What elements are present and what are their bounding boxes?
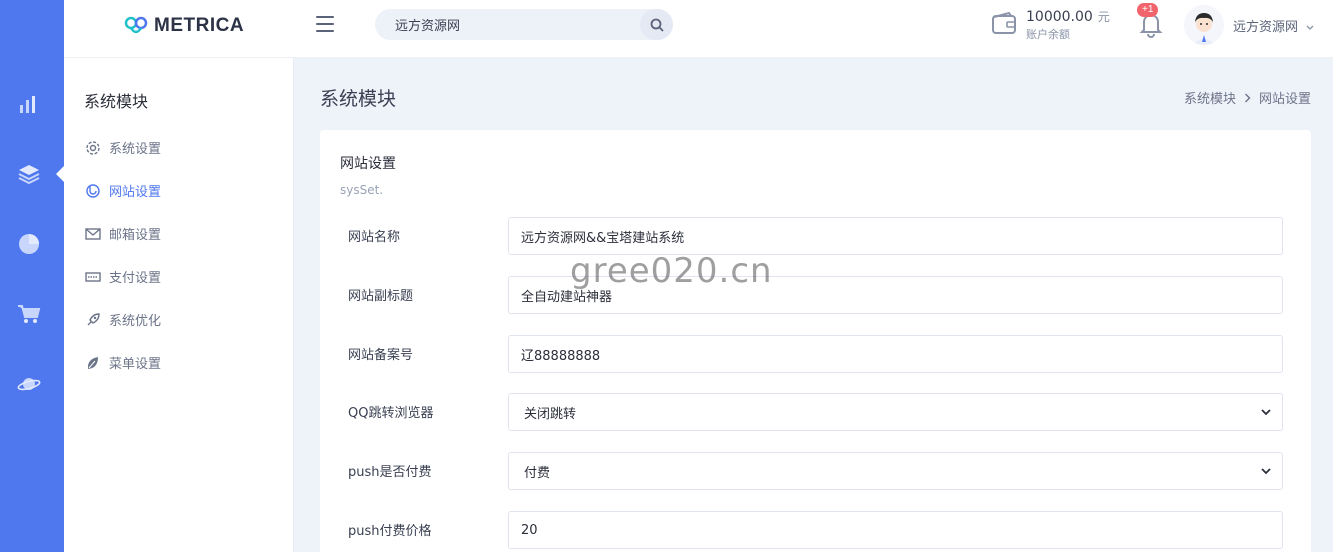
user-menu[interactable]: 远方资源网 bbox=[1233, 16, 1314, 35]
form-row-push-paid: push是否付费 付费 bbox=[348, 452, 1283, 492]
search-box bbox=[375, 9, 673, 40]
sidebar-item-label: 系统优化 bbox=[109, 314, 162, 329]
planet-icon[interactable] bbox=[16, 371, 42, 397]
chevron-down-icon bbox=[1306, 25, 1314, 30]
search-input[interactable] bbox=[375, 9, 635, 40]
qq-redirect-value: 关闭跳转 bbox=[524, 406, 577, 422]
site-name-label: 网站名称 bbox=[348, 230, 401, 245]
site-name-field[interactable] bbox=[508, 217, 1283, 255]
rocket-icon bbox=[84, 311, 102, 329]
site-subtitle-label: 网站副标题 bbox=[348, 289, 414, 304]
mail-icon bbox=[84, 225, 102, 243]
bar-chart-icon[interactable] bbox=[16, 91, 42, 117]
sidebar-menu: 系统设置 网站设置 邮箱设置 支付设置 系统优化 菜单设置 bbox=[84, 126, 161, 384]
sidebar-item-system-settings[interactable]: 系统设置 bbox=[84, 126, 161, 169]
sidebar-item-payment-settings[interactable]: 支付设置 bbox=[84, 255, 161, 298]
secondary-sidebar: 系统模块 系统设置 网站设置 邮箱设置 支付设置 系统优化 菜单设置 bbox=[64, 58, 294, 552]
form-row-qq-redirect: QQ跳转浏览器 关闭跳转 bbox=[348, 393, 1283, 433]
sidebar-item-label: 网站设置 bbox=[109, 185, 162, 200]
cart-icon[interactable] bbox=[16, 301, 42, 327]
notification-badge: +1 bbox=[1137, 3, 1159, 17]
balance-unit: 元 bbox=[1097, 10, 1110, 24]
sidebar-item-label: 菜单设置 bbox=[109, 357, 162, 372]
push-paid-value: 付费 bbox=[524, 465, 551, 481]
avatar[interactable] bbox=[1184, 5, 1224, 45]
push-price-field[interactable] bbox=[508, 511, 1283, 549]
gear-icon bbox=[84, 139, 102, 157]
card-icon bbox=[84, 268, 102, 286]
website-icon bbox=[84, 182, 102, 200]
leaf-icon bbox=[84, 354, 102, 372]
form-row-site-name: 网站名称 bbox=[348, 217, 1283, 257]
form-row-icp: 网站备案号 bbox=[348, 335, 1283, 375]
card-title: 网站设置 bbox=[340, 156, 396, 172]
pie-chart-icon[interactable] bbox=[16, 231, 42, 257]
push-paid-label: push是否付费 bbox=[348, 465, 432, 480]
wallet-icon bbox=[992, 11, 1016, 34]
sidebar-item-label: 支付设置 bbox=[109, 271, 162, 286]
active-pointer bbox=[56, 166, 64, 182]
balance-label: 账户余额 bbox=[1026, 28, 1070, 41]
icp-field[interactable] bbox=[508, 335, 1283, 373]
breadcrumb-current: 网站设置 bbox=[1258, 92, 1311, 107]
sidebar-item-label: 邮箱设置 bbox=[109, 228, 162, 243]
top-header: METRICA 10000.00 元 账户余额 +1 bbox=[64, 0, 1333, 58]
qq-redirect-select[interactable]: 关闭跳转 bbox=[508, 393, 1283, 431]
sidebar-item-email-settings[interactable]: 邮箱设置 bbox=[84, 212, 161, 255]
brand-name: METRICA bbox=[154, 15, 245, 36]
qq-redirect-label: QQ跳转浏览器 bbox=[348, 406, 434, 421]
push-price-label: push付费价格 bbox=[348, 524, 432, 539]
breadcrumb: 系统模块 网站设置 bbox=[1184, 88, 1311, 107]
account-balance: 10000.00 元 账户余额 bbox=[1026, 6, 1110, 42]
sidebar-item-optimization[interactable]: 系统优化 bbox=[84, 298, 161, 341]
settings-card: 网站设置 sysSet. 网站名称 网站副标题 网站备案号 QQ跳转浏览器 关闭… bbox=[320, 130, 1311, 552]
layers-icon[interactable] bbox=[16, 161, 42, 187]
icon-rail bbox=[0, 0, 64, 552]
chevron-down-icon bbox=[1261, 468, 1271, 475]
page-title: 系统模块 bbox=[320, 88, 397, 110]
card-subtitle: sysSet. bbox=[340, 183, 384, 197]
chevron-down-icon bbox=[1261, 409, 1271, 416]
form-row-site-subtitle: 网站副标题 bbox=[348, 276, 1283, 316]
breadcrumb-item[interactable]: 系统模块 bbox=[1184, 88, 1236, 107]
sidebar-item-label: 系统设置 bbox=[109, 142, 162, 157]
icp-label: 网站备案号 bbox=[348, 348, 414, 363]
site-subtitle-field[interactable] bbox=[508, 276, 1283, 314]
user-name: 远方资源网 bbox=[1233, 20, 1299, 35]
logo-icon bbox=[124, 16, 148, 34]
sidebar-title: 系统模块 bbox=[84, 92, 149, 111]
chevron-right-icon bbox=[1244, 93, 1251, 102]
sidebar-item-website-settings[interactable]: 网站设置 bbox=[84, 169, 161, 212]
push-paid-select[interactable]: 付费 bbox=[508, 452, 1283, 490]
sidebar-item-menu-settings[interactable]: 菜单设置 bbox=[84, 341, 161, 384]
search-button[interactable] bbox=[640, 9, 673, 40]
user-avatar-icon bbox=[1184, 5, 1224, 45]
balance-amount: 10000.00 bbox=[1026, 9, 1093, 25]
search-icon bbox=[650, 18, 664, 32]
brand-logo[interactable]: METRICA bbox=[124, 12, 244, 40]
menu-toggle-icon[interactable] bbox=[316, 16, 334, 32]
form-row-push-price: push付费价格 bbox=[348, 511, 1283, 551]
